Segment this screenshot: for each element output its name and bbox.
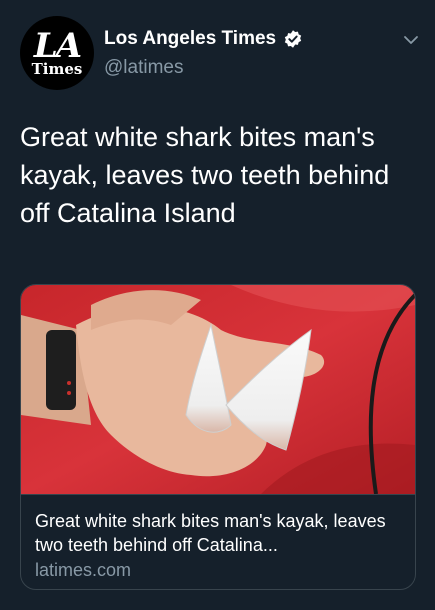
tweet-text: Great white shark bites man's kayak, lea… [20,122,390,228]
link-card-body[interactable]: Great white shark bites man's kayak, lea… [21,494,415,589]
avatar[interactable]: LA Times [20,16,94,90]
avatar-logo-la: LA [33,26,82,66]
verified-badge-icon [284,30,302,48]
author-handle[interactable]: @latimes [104,57,183,79]
link-card-domain[interactable]: latimes.com [35,558,401,582]
shark-teeth-photo[interactable] [21,285,415,494]
link-card[interactable]: Great white shark bites man's kayak, lea… [20,284,416,590]
author-display-name[interactable]: Los Angeles Times [104,28,276,50]
avatar-logo-times: Times [31,60,83,78]
tweet: LA Times Los Angeles Times @latimes Grea… [0,0,435,610]
link-card-title[interactable]: Great white shark bites man's kayak, lea… [35,509,401,557]
chevron-down-icon[interactable] [403,34,419,46]
author-name-row[interactable]: Los Angeles Times [104,28,303,50]
